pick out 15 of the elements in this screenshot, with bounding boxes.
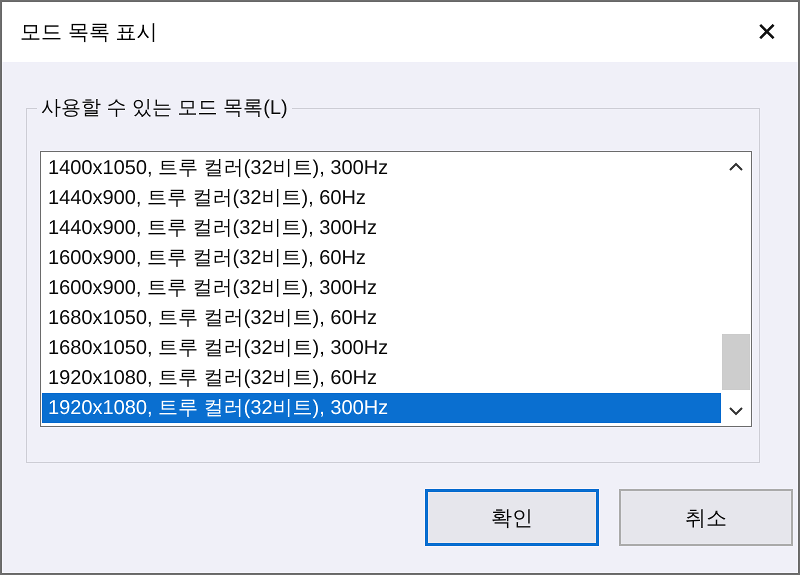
window-title: 모드 목록 표시 (20, 20, 158, 46)
list-item[interactable]: 1600x900, 트루 컬러(32비트), 300Hz (42, 273, 721, 303)
list-item[interactable]: 1680x1050, 트루 컬러(32비트), 60Hz (42, 303, 721, 333)
close-button[interactable]: ✕ (750, 19, 784, 45)
mode-list[interactable] (40, 151, 752, 427)
cancel-button[interactable]: 취소 (619, 489, 793, 546)
list-item[interactable]: 1440x900, 트루 컬러(32비트), 300Hz (42, 213, 721, 243)
list-item[interactable]: 1600x900, 트루 컬러(32비트), 60Hz (42, 243, 721, 273)
list-item[interactable]: 1440x900, 트루 컬러(32비트), 60Hz (42, 183, 721, 213)
scroll-thumb[interactable] (722, 334, 750, 390)
list-item[interactable]: 1680x1050, 트루 컬러(32비트), 300Hz (42, 333, 721, 363)
list-item[interactable]: 1920x1080, 트루 컬러(32비트), 60Hz (42, 363, 721, 393)
ok-button[interactable]: 확인 (425, 489, 599, 546)
list-item[interactable]: 1920x1080, 트루 컬러(32비트), 300Hz (42, 393, 721, 423)
list-item[interactable]: 1400x1050, 트루 컬러(32비트), 300Hz (42, 153, 721, 183)
